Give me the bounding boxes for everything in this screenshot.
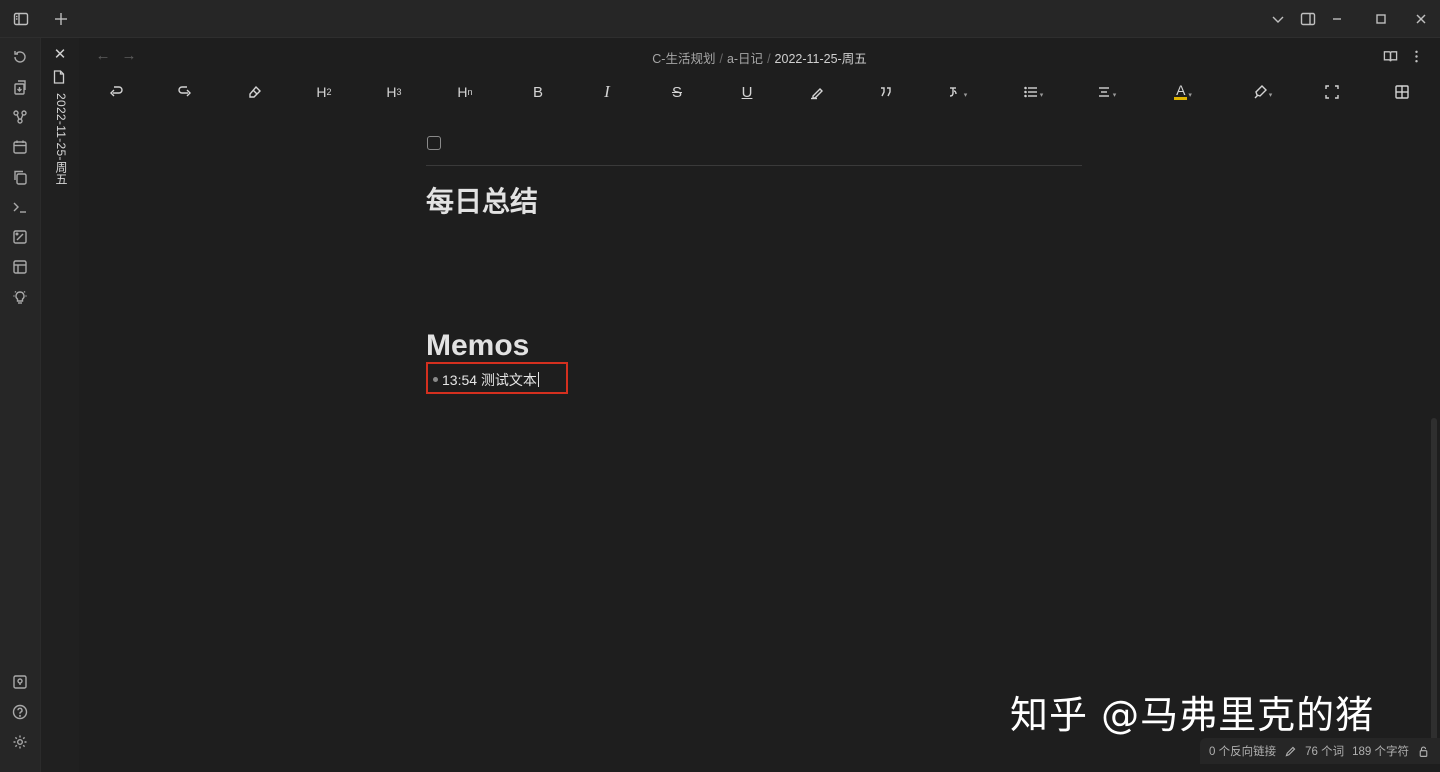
backlinks-count[interactable]: 0 个反向链接 (1209, 743, 1276, 759)
font-color-button[interactable]: A ▾ (1169, 80, 1197, 104)
heading-3-button[interactable]: H3 (380, 80, 408, 104)
reading-view-icon[interactable] (1381, 47, 1399, 65)
hn-sub: n (467, 87, 473, 97)
breadcrumb-folder[interactable]: C-生活规划 (652, 52, 715, 66)
canvas-icon[interactable] (10, 227, 30, 247)
template-icon[interactable] (10, 257, 30, 277)
text-cursor (537, 372, 539, 387)
heading-2-button[interactable]: H2 (310, 80, 338, 104)
strikethrough-button[interactable]: S (663, 80, 691, 104)
h2-sub: 2 (326, 87, 332, 97)
h2-label: H (316, 84, 327, 100)
dropdown-caret: ▾ (963, 92, 968, 99)
editor-toolbar: H2 H3 Hn B I S U ▾ ▾ ▾ A ▾ ▾ (79, 76, 1440, 108)
memo-highlight-box: 13:54 测试文本 (426, 362, 568, 394)
breadcrumb-subfolder[interactable]: a-日记 (727, 52, 763, 66)
lightbulb-icon[interactable] (10, 287, 30, 307)
fullscreen-icon[interactable] (1318, 80, 1346, 104)
underline-button[interactable]: U (733, 80, 761, 104)
graph-icon[interactable] (10, 107, 30, 127)
vault-icon[interactable] (10, 672, 30, 692)
dropdown-caret: ▾ (1268, 92, 1273, 99)
title-bar (0, 0, 1440, 38)
char-count: 189 个字符 (1352, 746, 1409, 758)
redo-icon[interactable] (171, 80, 199, 104)
dropdown-caret: ▾ (1112, 92, 1117, 99)
highlight-pen-icon[interactable] (803, 80, 831, 104)
undo-icon[interactable] (102, 80, 130, 104)
view-header: ← → C-生活规划 / a-日记/2022-11-25-周五 (79, 38, 1440, 74)
file-icon (53, 70, 67, 84)
memo-time: 13:54 (442, 372, 478, 388)
horizontal-rule (426, 165, 1082, 166)
terminal-icon[interactable] (10, 197, 30, 217)
new-tab-icon[interactable] (42, 0, 80, 38)
vertical-tab-strip: ✕ 2022-11-25-周五 (41, 38, 79, 772)
list-bullet (433, 377, 438, 382)
calendar-icon[interactable] (10, 137, 30, 157)
table-icon[interactable] (1388, 80, 1416, 104)
heading-n-button[interactable]: Hn (451, 80, 479, 104)
eraser-icon[interactable] (241, 80, 269, 104)
minimize-icon[interactable] (1318, 0, 1356, 38)
maximize-icon[interactable] (1362, 0, 1400, 38)
import-icon[interactable] (10, 77, 30, 97)
edit-pencil-icon[interactable] (1284, 745, 1297, 758)
help-icon[interactable] (10, 702, 30, 722)
sync-icon[interactable] (10, 47, 30, 67)
dropdown-caret: ▾ (1039, 92, 1044, 99)
breadcrumb: C-生活规划 / a-日记 / 2022-11-25-周五 (79, 48, 1440, 67)
italic-button[interactable]: I (593, 80, 621, 104)
h3-sub: 3 (396, 87, 402, 97)
hn-label: H (457, 84, 468, 100)
quote-icon[interactable] (872, 80, 900, 104)
word-count: 76 个词 (1305, 746, 1345, 758)
breadcrumb-note[interactable]: 2022-11-25-周五 (775, 52, 867, 66)
list-icon[interactable]: ▾ (1019, 80, 1047, 104)
tab-title[interactable]: 2022-11-25-周五 (53, 93, 70, 185)
sync-status-icon[interactable] (1417, 745, 1430, 758)
memo-text: 测试文本 (480, 372, 537, 388)
scrollbar[interactable] (1431, 418, 1437, 758)
code-icon[interactable]: ▾ (943, 80, 971, 104)
breadcrumb-separator: / (719, 52, 723, 66)
dropdown-caret: ▾ (1188, 92, 1192, 99)
watermark: 知乎 @马弗里克的猪 (1010, 693, 1375, 737)
align-icon[interactable]: ▾ (1092, 80, 1120, 104)
tab-close-icon[interactable]: ✕ (52, 47, 68, 63)
ribbon (0, 38, 41, 772)
status-bar: 0 个反向链接 76 个词 189 个字符 (1200, 738, 1440, 764)
heading-daily-summary[interactable]: 每日总结 (426, 180, 538, 220)
brush-icon[interactable]: ▾ (1248, 80, 1276, 104)
task-checkbox[interactable] (427, 136, 441, 150)
heading-memos[interactable]: Memos (426, 329, 529, 363)
sidebar-toggle-icon[interactable] (2, 0, 40, 38)
close-icon[interactable] (1402, 0, 1440, 38)
copy-icon[interactable] (10, 167, 30, 187)
font-color-label: A (1174, 82, 1188, 100)
main-view: ← → C-生活规划 / a-日记/2022-11-25-周五 H2 H3 Hn B… (79, 38, 1440, 772)
h3-label: H (386, 84, 397, 100)
settings-icon[interactable] (10, 732, 30, 752)
bold-button[interactable]: B (524, 80, 552, 104)
more-options-icon[interactable] (1407, 47, 1425, 65)
breadcrumb-separator: / (767, 52, 771, 66)
memo-entry[interactable]: 13:54 测试文本 (442, 370, 539, 390)
